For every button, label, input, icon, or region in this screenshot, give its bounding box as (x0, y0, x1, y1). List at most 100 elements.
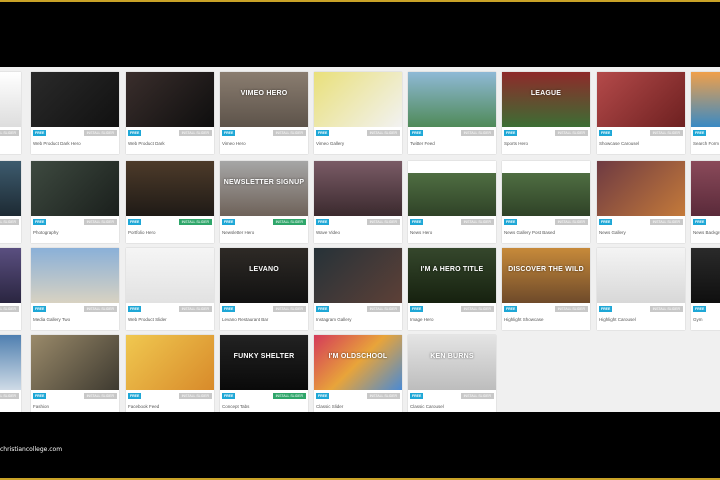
template-thumbnail[interactable]: KEN BURNS (408, 335, 496, 390)
template-thumbnail[interactable] (0, 72, 21, 127)
template-card[interactable]: KEN BURNS FREE INSTALL SLIDER Classic Carou… (408, 335, 496, 412)
install-slider-button[interactable]: INSTALL SLIDER (0, 393, 19, 399)
template-thumbnail[interactable] (691, 161, 720, 216)
template-card[interactable]: FREE INSTALL SLIDER Portfolio Hero (126, 161, 214, 243)
template-card[interactable]: FREEINSTALL SLIDER (0, 72, 21, 154)
install-slider-button[interactable]: INSTALL SLIDER (178, 219, 212, 225)
install-slider-button[interactable]: INSTALL SLIDER (0, 306, 19, 312)
install-slider-button[interactable]: INSTALL SLIDER (83, 130, 117, 136)
install-slider-button[interactable]: INSTALL SLIDER (460, 306, 494, 312)
install-slider-button[interactable]: INSTALL SLIDER (0, 130, 19, 136)
template-thumbnail[interactable]: LEVANO (220, 248, 308, 303)
template-thumbnail[interactable]: FUNKY SHELTER (220, 335, 308, 390)
install-slider-button[interactable]: INSTALL SLIDER (554, 130, 588, 136)
template-thumbnail[interactable] (691, 72, 720, 127)
install-slider-button[interactable]: INSTALL SLIDER (554, 306, 588, 312)
template-thumbnail[interactable]: LEAGUE (502, 72, 590, 127)
install-slider-button[interactable]: INSTALL SLIDER (272, 219, 306, 225)
template-card[interactable]: FUNKY SHELTER FREE INSTALL SLIDER Concept T… (220, 335, 308, 412)
template-thumbnail[interactable] (0, 335, 21, 390)
install-slider-button[interactable]: INSTALL SLIDER (83, 393, 117, 399)
template-thumbnail[interactable]: VIMEO HERO (220, 72, 308, 127)
thumbnail-title: I'M A HERO TITLE (420, 266, 484, 273)
template-card[interactable]: FREE INSTALL SLIDER Web Product Dark (126, 72, 214, 154)
template-card[interactable]: I'M A HERO TITLE FREE INSTALL SLIDER Image … (408, 248, 496, 330)
template-card[interactable]: FREE INSTALL SLIDER Vimeo Gallery (314, 72, 402, 154)
install-slider-button[interactable]: INSTALL SLIDER (272, 306, 306, 312)
install-slider-button[interactable]: INSTALL SLIDER (83, 219, 117, 225)
template-thumbnail[interactable] (314, 161, 402, 216)
template-card[interactable]: FREEINSTALL SLIDERSearch Form Hero (691, 72, 720, 154)
template-card[interactable]: LEAGUE FREE INSTALL SLIDER Sports Hero (502, 72, 590, 154)
install-slider-button[interactable]: INSTALL SLIDER (272, 393, 306, 399)
install-slider-button[interactable]: INSTALL SLIDER (272, 130, 306, 136)
template-thumbnail[interactable] (0, 161, 21, 216)
template-card[interactable]: VIMEO HERO FREE INSTALL SLIDER Vimeo Hero (220, 72, 308, 154)
template-card[interactable]: FREE INSTALL SLIDER Highlight Carousel (597, 248, 685, 330)
template-thumbnail[interactable]: DISCOVER THE WILD (502, 248, 590, 303)
template-thumbnail[interactable] (126, 335, 214, 390)
template-thumbnail[interactable] (597, 72, 685, 127)
template-card[interactable]: NEWSLETTER SIGNUP FREE INSTALL SLIDER Newsl… (220, 161, 308, 243)
template-card[interactable]: FREE INSTALL SLIDER Showcase Carousel (597, 72, 685, 154)
template-card[interactable]: FREEINSTALL SLIDERNews Background Video (691, 161, 720, 243)
template-thumbnail[interactable] (31, 161, 119, 216)
template-card[interactable]: FREE INSTALL SLIDER Media Gallery Two (31, 248, 119, 330)
template-card[interactable]: FREEINSTALL SLIDERGym (691, 248, 720, 330)
template-thumbnail[interactable]: NEWSLETTER SIGNUP (220, 161, 308, 216)
template-thumbnail[interactable] (314, 248, 402, 303)
template-card[interactable]: FREE INSTALL SLIDER Wave Video (314, 161, 402, 243)
template-card[interactable]: FREE INSTALL SLIDER Twitter Feed (408, 72, 496, 154)
template-card[interactable]: FREE INSTALL SLIDER News Gallery (597, 161, 685, 243)
template-thumbnail[interactable]: I'M OLDSCHOOL (314, 335, 402, 390)
template-thumbnail[interactable] (31, 72, 119, 127)
install-slider-button[interactable]: INSTALL SLIDER (554, 219, 588, 225)
template-thumbnail[interactable] (126, 72, 214, 127)
install-slider-button[interactable]: INSTALL SLIDER (366, 306, 400, 312)
template-card[interactable]: FREE INSTALL SLIDER News Gallery Post Base… (502, 161, 590, 243)
template-card[interactable]: FREE INSTALL SLIDER News Hero (408, 161, 496, 243)
install-slider-button[interactable]: INSTALL SLIDER (460, 130, 494, 136)
template-name: Vimeo Hero (222, 141, 246, 146)
install-slider-button[interactable]: INSTALL SLIDER (178, 130, 212, 136)
template-thumbnail[interactable] (126, 161, 214, 216)
template-card[interactable]: LEVANO FREE INSTALL SLIDER Levano Restauran… (220, 248, 308, 330)
install-slider-button[interactable]: INSTALL SLIDER (178, 306, 212, 312)
install-slider-button[interactable]: INSTALL SLIDER (366, 393, 400, 399)
install-slider-button[interactable]: INSTALL SLIDER (366, 130, 400, 136)
template-card[interactable]: FREEINSTALL SLIDER (0, 161, 21, 243)
install-slider-button[interactable]: INSTALL SLIDER (178, 393, 212, 399)
template-thumbnail[interactable] (597, 248, 685, 303)
template-card[interactable]: DISCOVER THE WILD FREE INSTALL SLIDER Highl… (502, 248, 590, 330)
template-card[interactable]: I'M OLDSCHOOL FREE INSTALL SLIDER Classic S… (314, 335, 402, 412)
install-slider-button[interactable]: INSTALL SLIDER (460, 219, 494, 225)
template-thumbnail[interactable] (31, 248, 119, 303)
template-thumbnail[interactable] (31, 335, 119, 390)
template-thumbnail[interactable] (0, 248, 21, 303)
template-thumbnail[interactable] (502, 161, 590, 216)
template-card[interactable]: FREE INSTALL SLIDER Instagram Gallery (314, 248, 402, 330)
install-slider-button[interactable]: INSTALL SLIDER (649, 219, 683, 225)
template-card[interactable]: FREE INSTALL SLIDER Web Product Dark Hero (31, 72, 119, 154)
template-thumbnail[interactable] (691, 248, 720, 303)
template-thumbnail[interactable] (408, 161, 496, 216)
template-thumbnail[interactable] (597, 161, 685, 216)
install-slider-button[interactable]: INSTALL SLIDER (0, 219, 19, 225)
template-card[interactable]: FREEINSTALL SLIDER (0, 335, 21, 412)
template-thumbnail[interactable]: I'M A HERO TITLE (408, 248, 496, 303)
template-thumbnail[interactable] (126, 248, 214, 303)
install-slider-button[interactable]: INSTALL SLIDER (649, 306, 683, 312)
install-slider-button[interactable]: INSTALL SLIDER (460, 393, 494, 399)
template-card[interactable]: FREE INSTALL SLIDER Photography (31, 161, 119, 243)
template-card[interactable]: FREE INSTALL SLIDER Web Product Slider (126, 248, 214, 330)
template-card[interactable]: FREE INSTALL SLIDER Fashion (31, 335, 119, 412)
template-card[interactable]: FREEINSTALL SLIDER (0, 248, 21, 330)
install-slider-button[interactable]: INSTALL SLIDER (83, 306, 117, 312)
template-name: Fashion (33, 404, 50, 409)
template-thumbnail[interactable] (314, 72, 402, 127)
install-slider-button[interactable]: INSTALL SLIDER (366, 219, 400, 225)
install-slider-button[interactable]: INSTALL SLIDER (649, 130, 683, 136)
template-card[interactable]: FREE INSTALL SLIDER Facebook Feed (126, 335, 214, 412)
template-thumbnail[interactable] (408, 72, 496, 127)
free-badge: FREE (410, 306, 424, 312)
